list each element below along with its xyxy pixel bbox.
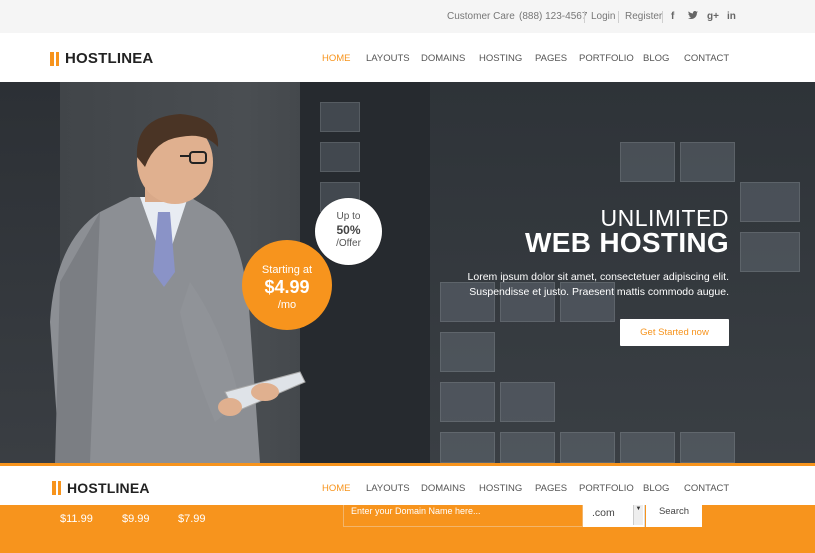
twitter-icon[interactable] (688, 11, 698, 23)
building-window (560, 432, 615, 463)
domain-price: $11.99 (60, 513, 93, 525)
building-window (440, 332, 495, 372)
tld-selected-value: .com (592, 507, 615, 519)
divider (618, 11, 619, 23)
building-window (500, 432, 555, 463)
logo-mark-icon (52, 481, 61, 495)
building-window (740, 182, 800, 222)
domain-name-input[interactable]: Enter your Domain Name here... (343, 505, 583, 527)
nav-home[interactable]: HOME (322, 53, 351, 64)
nav-blog[interactable]: BLOG (643, 53, 669, 64)
register-link[interactable]: Register (625, 11, 662, 22)
domain-price: $9.99 (122, 513, 150, 525)
sticky-nav-pages[interactable]: PAGES (535, 483, 567, 494)
domain-search-section: $11.99 $9.99 $7.99 Enter your Domain Nam… (0, 505, 815, 553)
divider (584, 11, 585, 23)
google-plus-icon[interactable]: g+ (707, 11, 719, 22)
building-window (440, 432, 495, 463)
sticky-nav-portfolio[interactable]: PORTFOLIO (579, 483, 634, 494)
building-window (680, 432, 735, 463)
logo-text: HOSTLINEA (65, 50, 154, 67)
offer-suffix: /Offer (336, 238, 361, 249)
phone-number[interactable]: (888) 123-4567 (519, 11, 587, 22)
hero-description: Lorem ipsum dolor sit amet, consectetuer… (467, 271, 729, 298)
logo-text: HOSTLINEA (67, 480, 150, 496)
price-amount: $4.99 (264, 277, 310, 297)
linkedin-icon[interactable]: in (727, 11, 736, 22)
sticky-navigation: HOSTLINEA HOME LAYOUTS DOMAINS HOSTING P… (0, 463, 815, 505)
price-starting-at: Starting at (261, 264, 313, 276)
divider (662, 11, 663, 23)
hero-banner: Up to 50% /Offer Starting at $4.99 /mo U… (0, 82, 815, 463)
nav-domains[interactable]: DOMAINS (421, 53, 465, 64)
top-bar: Customer Care (888) 123-4567 Login Regis… (0, 0, 815, 33)
building-window (620, 432, 675, 463)
offer-up-to: Up to (336, 211, 361, 222)
offer-percent: 50% (336, 223, 361, 237)
building-window (500, 382, 555, 422)
nav-portfolio[interactable]: PORTFOLIO (579, 53, 634, 64)
site-logo[interactable]: HOSTLINEA (50, 50, 153, 67)
get-started-button[interactable]: Get Started now (620, 319, 729, 346)
building-window (680, 142, 735, 182)
sticky-nav-blog[interactable]: BLOG (643, 483, 669, 494)
sticky-nav-layouts[interactable]: LAYOUTS (366, 483, 410, 494)
facebook-icon[interactable]: f (671, 11, 674, 22)
sticky-nav-home[interactable]: HOME (322, 483, 351, 494)
price-badge: Starting at $4.99 /mo (242, 240, 332, 330)
main-navigation: HOSTLINEA HOME LAYOUTS DOMAINS HOSTING P… (0, 33, 815, 82)
price-period: /mo (277, 299, 297, 311)
building-window (440, 382, 495, 422)
building-window (620, 142, 675, 182)
sticky-site-logo[interactable]: HOSTLINEA (52, 480, 150, 496)
nav-layouts[interactable]: LAYOUTS (366, 53, 410, 64)
building-window (740, 232, 800, 272)
building-window (320, 142, 360, 172)
nav-contact[interactable]: CONTACT (684, 53, 729, 64)
login-link[interactable]: Login (591, 11, 615, 22)
logo-mark-icon (50, 51, 59, 66)
offer-badge: Up to 50% /Offer (315, 198, 382, 265)
sticky-nav-hosting[interactable]: HOSTING (479, 483, 522, 494)
domain-input-placeholder: Enter your Domain Name here... (351, 506, 481, 516)
hero-title-line2: WEB HOSTING (525, 227, 729, 258)
sticky-nav-domains[interactable]: DOMAINS (421, 483, 465, 494)
domain-price: $7.99 (178, 513, 206, 525)
tld-label-cropped (60, 505, 100, 507)
search-button[interactable]: Search (646, 505, 702, 527)
nav-pages[interactable]: PAGES (535, 53, 567, 64)
nav-hosting[interactable]: HOSTING (479, 53, 522, 64)
customer-care-label: Customer Care (447, 11, 515, 22)
chevron-down-icon[interactable]: ▼ (633, 505, 643, 525)
tld-select[interactable]: .com ▼ (583, 505, 645, 527)
building-window (320, 102, 360, 132)
sticky-nav-contact[interactable]: CONTACT (684, 483, 729, 494)
search-button-label: Search (658, 506, 690, 517)
